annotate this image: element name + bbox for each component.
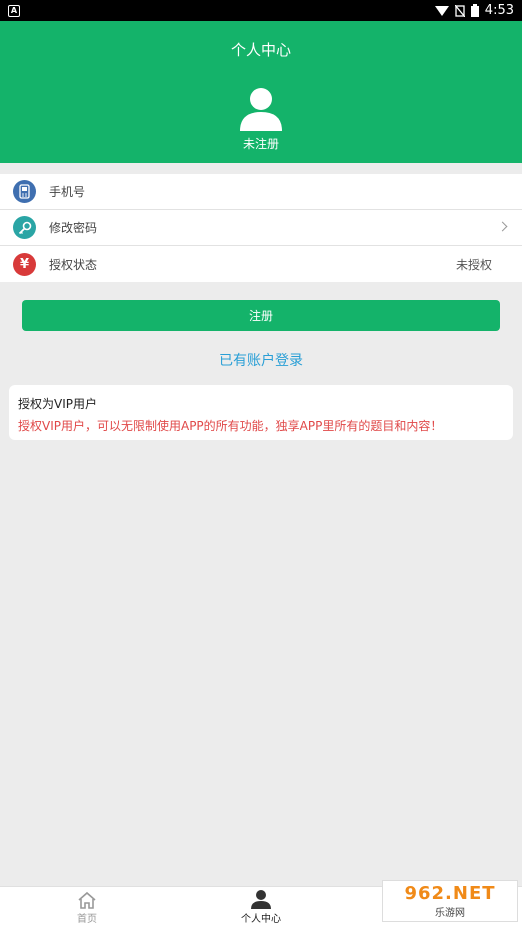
watermark-sub-text: 乐游网 [435,908,465,919]
watermark-main-text: 962.NET [404,883,496,904]
page-title: 个人中心 [230,41,291,59]
settings-list: 手机号 修改密码 ¥ 授权状态 未授权 [0,174,522,282]
site-watermark-logo: 962.NET 乐游网 [382,880,518,922]
vip-info-card: 授权为VIP用户 授权VIP用户，可以无限制使用APP的所有功能，独享APP里所… [9,385,513,440]
key-icon [13,216,36,239]
phone-icon [13,180,36,203]
avatar-icon[interactable] [240,87,282,131]
change-password-row[interactable]: 修改密码 [0,210,522,246]
phone-row[interactable]: 手机号 [0,174,522,210]
no-sim-icon [454,4,465,17]
yen-icon: ¥ [13,252,36,276]
vip-card-description: 授权VIP用户，可以无限制使用APP的所有功能，独享APP里所有的题目和内容！ [18,419,443,433]
status-bar: A 4:53 [0,0,522,21]
change-password-label: 修改密码 [49,221,98,235]
register-button[interactable]: 注册 [22,300,500,331]
app-notification-icon: A [8,4,20,17]
home-icon [78,891,96,909]
tab-home[interactable]: 首页 [0,887,174,928]
authorization-status-label: 授权状态 [49,257,98,272]
chevron-right-icon [497,221,508,232]
status-time: 4:53 [484,3,514,18]
phone-label: 手机号 [49,185,86,199]
tab-profile-label: 个人中心 [241,914,281,925]
wifi-icon [434,6,449,16]
user-status-label: 未注册 [242,137,279,151]
profile-header: 个人中心 未注册 [0,21,522,163]
authorization-status-row[interactable]: ¥ 授权状态 未授权 [0,246,522,282]
battery-icon [470,4,479,17]
existing-account-login-link[interactable]: 已有账户登录 [0,350,522,370]
tab-profile[interactable]: 个人中心 [174,887,348,928]
vip-card-title: 授权为VIP用户 [18,397,97,411]
tab-home-label: 首页 [77,913,97,925]
authorization-status-value: 未授权 [455,257,492,272]
person-icon [251,890,271,909]
